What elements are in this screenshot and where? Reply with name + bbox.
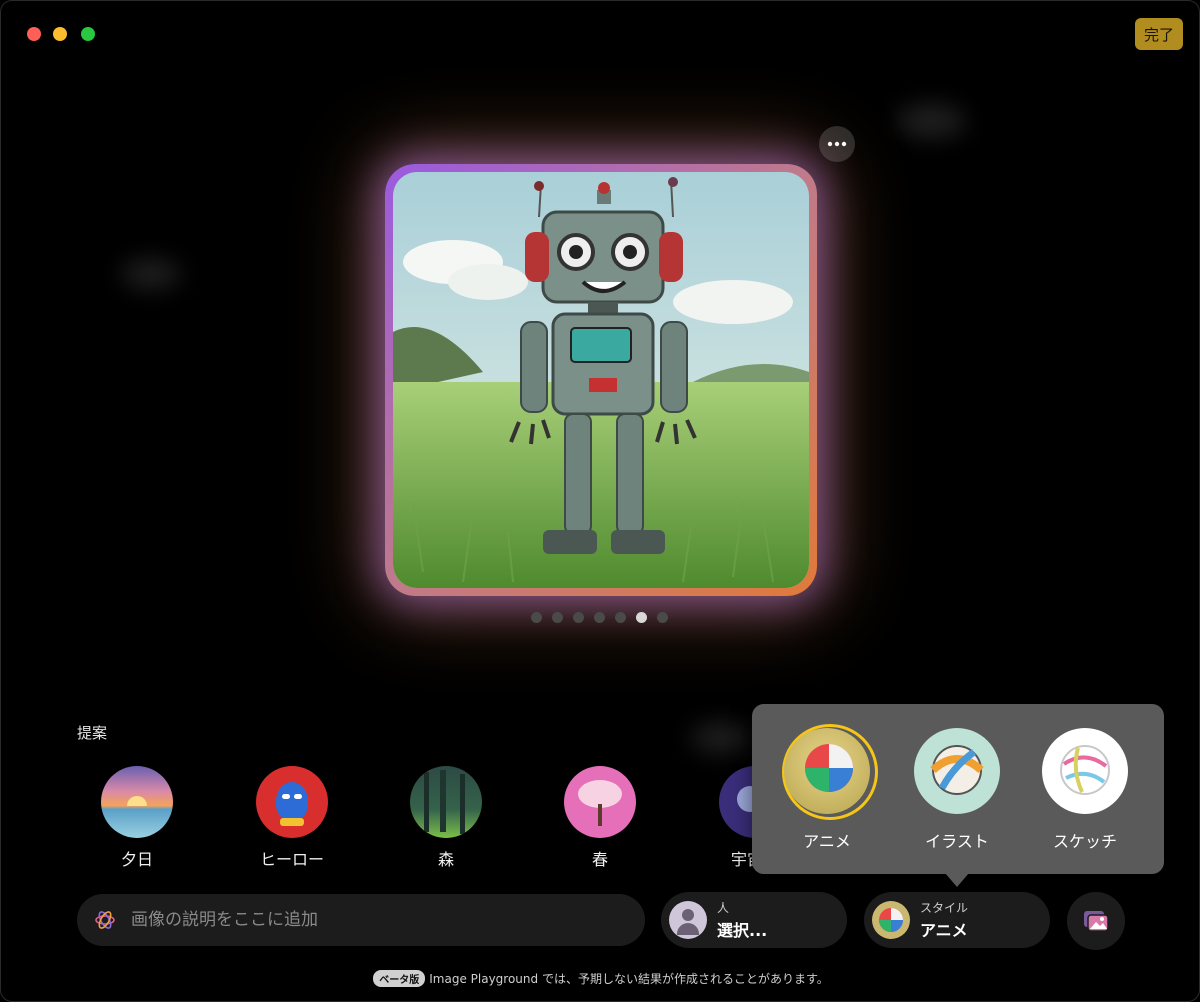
anime-ball-icon: [784, 728, 870, 814]
prompt-bar[interactable]: [77, 894, 645, 946]
style-option-label: スケッチ: [1052, 832, 1117, 851]
style-option-label: イラスト: [925, 832, 989, 851]
style-option-label: アニメ: [803, 832, 851, 851]
photo-gallery-icon: [1084, 911, 1109, 932]
minimize-window-button[interactable]: [53, 27, 67, 41]
generated-image-frame: [385, 164, 817, 596]
beta-badge: ベータ版: [373, 970, 426, 987]
page-dot[interactable]: [531, 612, 542, 623]
person-icon: [669, 901, 707, 939]
person-caption: 人: [717, 901, 730, 915]
ellipsis-icon: [827, 141, 847, 147]
suggestion-label: 夕日: [120, 850, 153, 869]
disclaimer: ベータ版 Image Playground では、予期しない結果が作成されることが…: [1, 970, 1199, 987]
page-dot-active[interactable]: [636, 612, 647, 623]
suggestion-label: ヒーロー: [259, 850, 324, 869]
suggestion-spring[interactable]: 春: [550, 766, 650, 870]
person-picker-button[interactable]: 人 選択...: [661, 892, 847, 948]
maximize-window-button[interactable]: [81, 27, 95, 41]
person-value: 選択...: [717, 921, 768, 940]
page-dot[interactable]: [573, 612, 584, 623]
blurred-bubble: [896, 104, 966, 138]
page-indicator[interactable]: [531, 612, 668, 623]
page-dot[interactable]: [657, 612, 668, 623]
blurred-bubble: [691, 723, 751, 753]
app-window: 完了 提案 夕日 ヒーロー 森 春 アニメ イラスト スケッチ 画像の説明をここ…: [0, 0, 1200, 1002]
style-option-illustration[interactable]: イラスト: [902, 728, 1012, 852]
page-dot[interactable]: [552, 612, 563, 623]
anime-ball-icon: [872, 901, 910, 939]
suggestion-hero[interactable]: ヒーロー: [242, 766, 342, 870]
suggestion-sunset[interactable]: 夕日: [87, 766, 187, 870]
suggestion-label: 春: [591, 850, 608, 869]
disclaimer-text: Image Playground では、予期しない結果が作成されることがあります…: [429, 972, 829, 986]
prompt-input[interactable]: [129, 909, 613, 931]
style-option-sketch[interactable]: スケッチ: [1030, 728, 1140, 852]
page-dot[interactable]: [615, 612, 626, 623]
suggestion-forest[interactable]: 森: [396, 766, 496, 870]
robot-in-meadow-image: [393, 172, 809, 588]
suggestion-label: 森: [437, 850, 454, 869]
forest-icon: [410, 766, 482, 838]
gallery-button[interactable]: [1067, 892, 1125, 950]
popover-arrow: [945, 873, 969, 887]
sketch-ball-icon: [1042, 728, 1128, 814]
style-caption: スタイル: [920, 901, 969, 915]
image-playground-icon: [95, 911, 115, 929]
done-button[interactable]: 完了: [1135, 18, 1183, 50]
suggestions-heading: 提案: [77, 724, 108, 742]
hero-mask-icon: [256, 766, 328, 838]
style-value: アニメ: [920, 921, 968, 940]
illustration-ball-icon: [914, 728, 1000, 814]
style-picker-button[interactable]: スタイル アニメ: [864, 892, 1050, 948]
generated-image[interactable]: [393, 172, 809, 588]
blossom-tree-icon: [564, 766, 636, 838]
style-popover: アニメ イラスト スケッチ: [752, 704, 1164, 874]
style-option-anime[interactable]: アニメ: [772, 728, 882, 852]
page-dot[interactable]: [594, 612, 605, 623]
close-window-button[interactable]: [27, 27, 41, 41]
more-options-button[interactable]: [819, 126, 855, 162]
blurred-bubble: [121, 259, 181, 289]
sunset-icon: [101, 766, 173, 838]
